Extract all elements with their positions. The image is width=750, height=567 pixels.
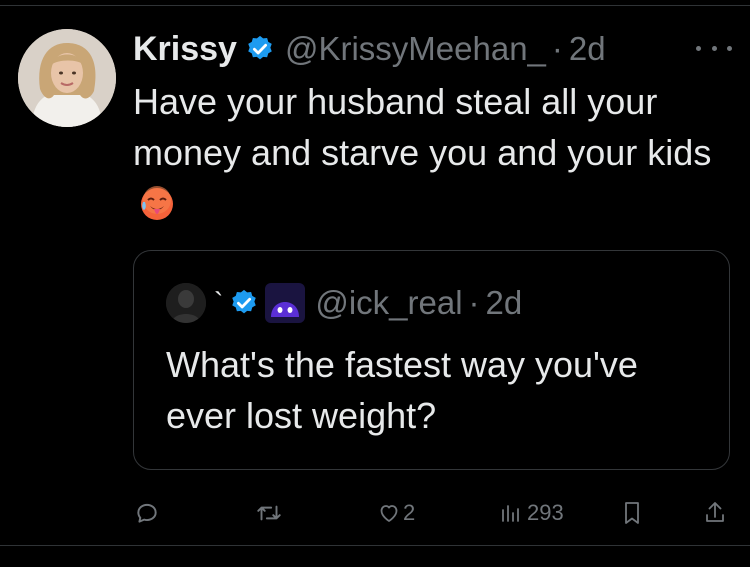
ghost-affiliate-icon	[265, 283, 306, 323]
tweet-header: Krissy @KrissyMeehan_ · 2d	[133, 27, 606, 71]
views-chart-icon	[499, 501, 523, 525]
bookmark-icon	[620, 500, 644, 526]
verified-badge-icon	[245, 34, 275, 64]
tweet-time[interactable]: 2d	[569, 30, 606, 68]
like-button[interactable]: 2	[377, 495, 415, 531]
views-count: 293	[527, 500, 564, 525]
share-icon	[703, 500, 727, 526]
quoted-verified-badge-icon	[229, 288, 259, 318]
author-name[interactable]: Krissy	[133, 30, 237, 69]
bottom-divider	[0, 545, 750, 546]
hot-face-emoji-icon	[139, 184, 175, 220]
heart-icon	[377, 501, 401, 525]
retweet-icon	[254, 500, 284, 526]
tweet-text-content: Have your husband steal all your money a…	[133, 81, 712, 173]
header-separator: ·	[551, 30, 563, 67]
quoted-tweet-time[interactable]: 2d	[486, 284, 523, 322]
like-count: 2	[403, 500, 416, 525]
quoted-tweet-text: What's the fastest way you've ever lost …	[166, 344, 638, 436]
quoted-header-separator: ·	[468, 284, 480, 321]
quoted-author-avatar[interactable]	[166, 283, 206, 323]
share-button[interactable]	[703, 495, 727, 531]
reply-icon	[134, 500, 160, 526]
top-divider	[0, 5, 750, 6]
quoted-tweet-header: ` @ick_real · 2d	[166, 283, 522, 323]
reply-button[interactable]	[134, 495, 166, 531]
views-button[interactable]: 293	[499, 495, 564, 531]
retweet-button[interactable]	[254, 495, 290, 531]
bookmark-button[interactable]	[620, 495, 644, 531]
author-handle[interactable]: @KrissyMeehan_	[285, 30, 546, 68]
quoted-author-name[interactable]: `	[214, 287, 223, 319]
author-avatar[interactable]	[18, 29, 116, 127]
more-options-icon[interactable]	[696, 36, 732, 60]
action-bar: 2 293	[0, 495, 750, 531]
tweet-text: Have your husband steal all your money a…	[133, 76, 733, 229]
quoted-author-handle[interactable]: @ick_real	[315, 284, 462, 322]
quoted-tweet[interactable]: ` @ick_real · 2d What's the fastest way …	[133, 250, 730, 470]
